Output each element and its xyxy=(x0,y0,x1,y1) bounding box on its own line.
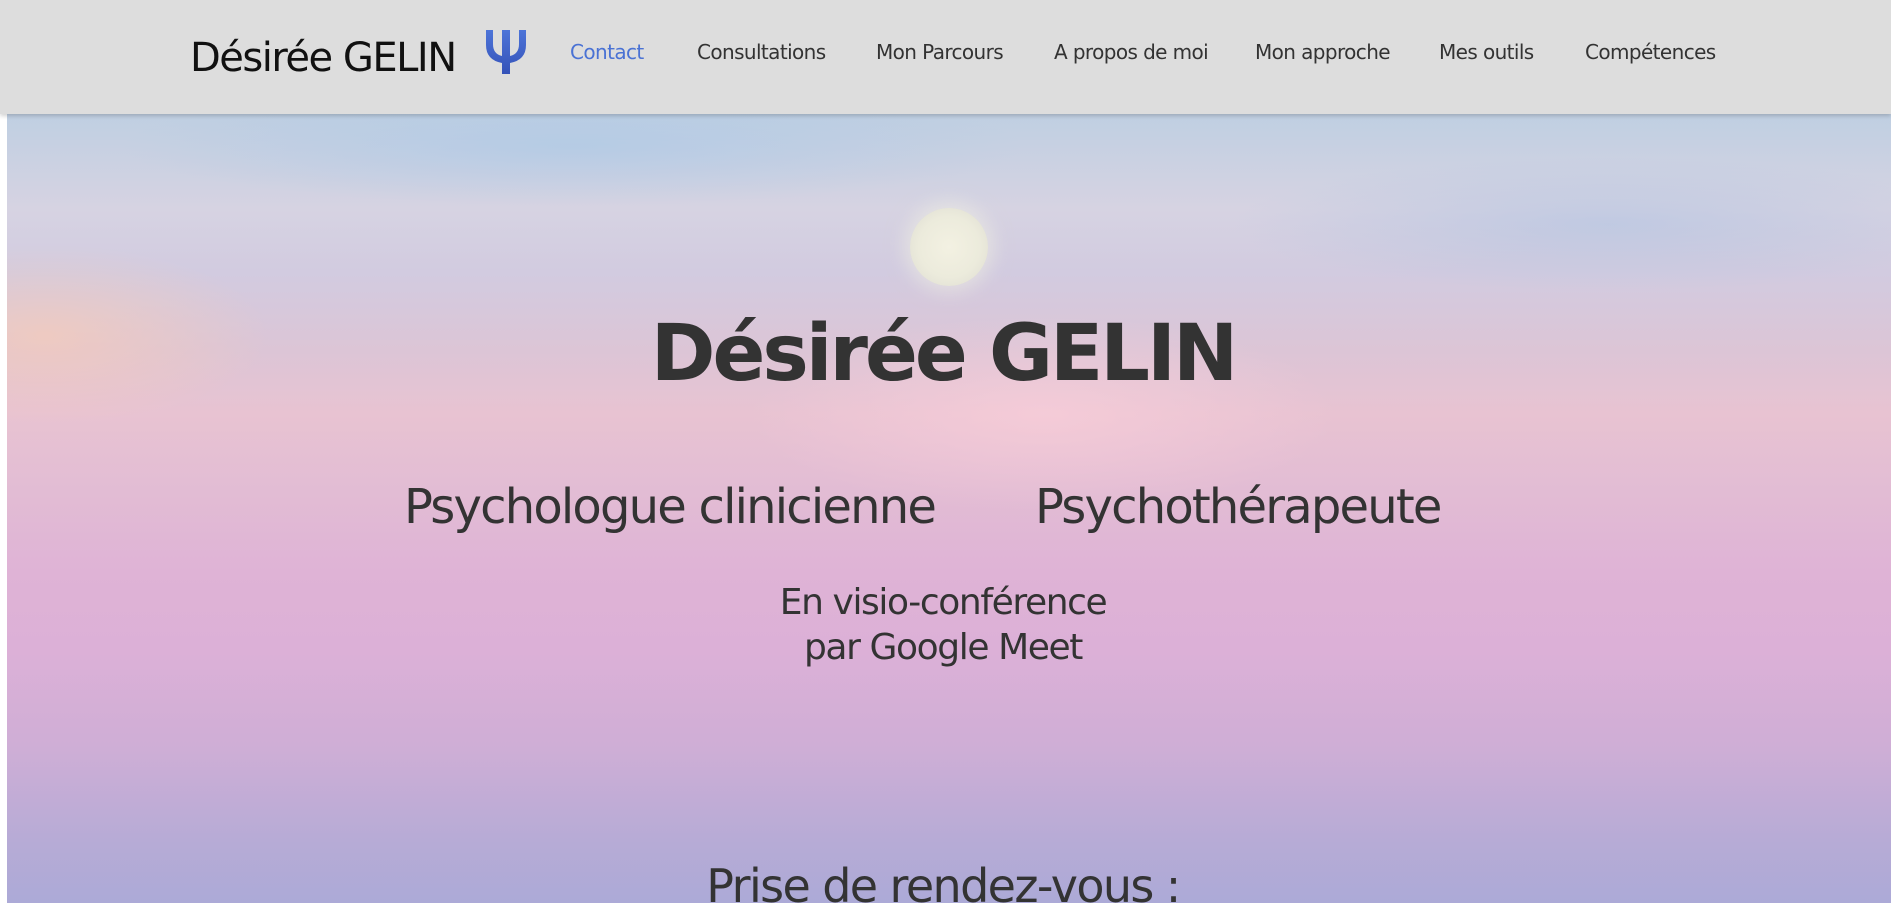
hero-visio-text: En visio-conférence par Google Meet xyxy=(7,580,1885,670)
nav-item-contact[interactable]: Contact xyxy=(570,38,644,66)
moon-image xyxy=(910,208,988,286)
psi-icon[interactable] xyxy=(483,26,529,78)
nav-item-mon-approche[interactable]: Mon approche xyxy=(1255,38,1391,66)
nav-item-competences[interactable]: Compétences xyxy=(1585,38,1716,66)
hero-subtitle-psychologue: Psychologue clinicienne xyxy=(404,479,937,535)
visio-line-2: par Google Meet xyxy=(803,627,1083,668)
nav-item-a-propos[interactable]: A propos de moi xyxy=(1054,38,1209,66)
appointment-heading: Prise de rendez-vous : xyxy=(706,859,1181,903)
nav-item-mon-parcours[interactable]: Mon Parcours xyxy=(876,38,1004,66)
visio-line-1: En visio-conférence xyxy=(779,582,1108,623)
brand-name[interactable]: Désirée GELIN xyxy=(190,30,457,86)
hero-subtitle-psychotherapeute: Psychothérapeute xyxy=(1035,479,1442,535)
page-left-margin xyxy=(0,114,7,903)
site-header: Désirée GELIN Contact Consultations Mon … xyxy=(0,0,1891,114)
nav-item-mes-outils[interactable]: Mes outils xyxy=(1439,38,1534,66)
hero-title: Désirée GELIN xyxy=(650,309,1239,399)
hero-banner: Désirée GELIN Psychologue clinicienne Ps… xyxy=(7,114,1891,903)
nav-item-consultations[interactable]: Consultations xyxy=(697,38,826,66)
